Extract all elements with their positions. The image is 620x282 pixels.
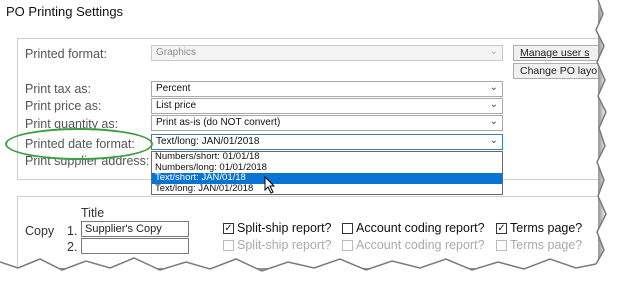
torn-edge-overlay [0,0,620,282]
